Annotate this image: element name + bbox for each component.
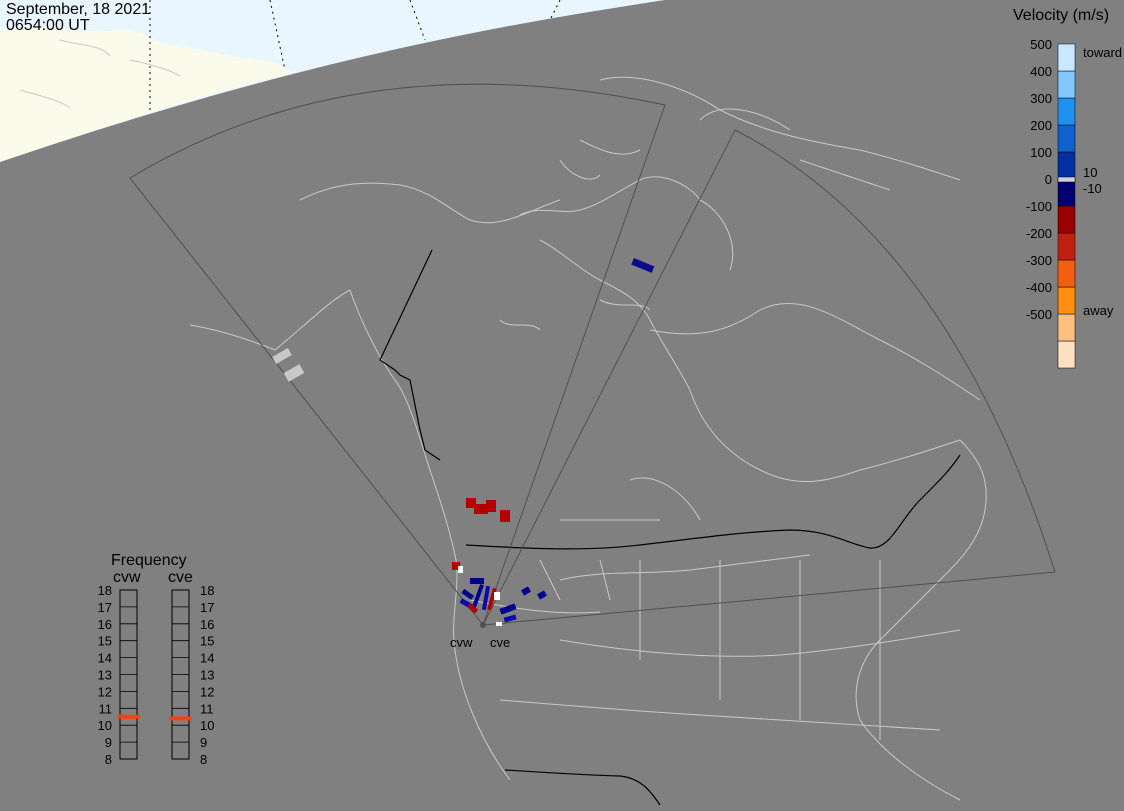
frequency-marker-cve: [169, 716, 192, 721]
vel-patch: [500, 510, 510, 522]
us-mexico-border: [504, 769, 661, 806]
frequency-tick-right: 10: [200, 718, 214, 733]
vel-patch: [496, 622, 502, 626]
map-canvas: cvw cve Velocity (m/s) 500 400 300 200 100 0 -…: [0, 0, 1122, 806]
colorbar-segment: [1057, 70, 1076, 99]
frequency-tick-right: 16: [200, 617, 214, 632]
colorbar-label-away: away: [1083, 303, 1114, 318]
colorbar-label-pos-min: 10: [1083, 165, 1097, 180]
colorbar-tick-label: -300: [1026, 253, 1052, 268]
frequency-tick-left: 17: [98, 600, 112, 615]
vel-patch: [499, 603, 517, 615]
colorbar-segment: [1057, 43, 1076, 72]
frequency-tick-left: 9: [105, 735, 112, 750]
radar-label-cvw: cvw: [450, 635, 473, 650]
colorbar-tick-label: 400: [1030, 64, 1052, 79]
colorbar-tick-label: -200: [1026, 226, 1052, 241]
frequency-tick-left: 12: [98, 684, 112, 699]
radar-label-cve: cve: [490, 635, 510, 650]
colorbar-segment: [1057, 97, 1076, 126]
velocity-colorbar: Velocity (m/s) 500 400 300 200 100 0 -100 -200 -…: [1013, 7, 1122, 369]
frequency-tick-right: 11: [200, 701, 214, 716]
frequency-tick-right: 9: [200, 735, 207, 750]
date-label: September, 18 2021: [6, 1, 151, 18]
vel-patch: [486, 500, 496, 512]
colorbar-label-toward: toward: [1083, 45, 1122, 60]
colorbar-segment: [1057, 124, 1076, 153]
frequency-radar-label-cve: cve: [168, 569, 193, 586]
frequency-tick-right: 8: [200, 752, 207, 767]
frequency-tick-right: 12: [200, 684, 214, 699]
colorbar-tick-label: 300: [1030, 91, 1052, 106]
colorbar-segment: [1057, 205, 1076, 234]
colorbar-fills: [1057, 43, 1076, 369]
colorbar-tick-label: -500: [1026, 307, 1052, 322]
colorbar-tick-label: 500: [1030, 37, 1052, 52]
frequency-marker-cvw: [117, 714, 140, 719]
frequency-tick-right: 18: [200, 583, 214, 598]
colorbar-segment: [1057, 313, 1076, 342]
colorbar-tick-label: 0: [1045, 172, 1052, 187]
gs-patch: [283, 364, 305, 382]
frequency-tick-left: 8: [105, 752, 112, 767]
radar-site: [480, 622, 486, 628]
frequency-title: Frequency: [111, 552, 187, 569]
vel-patch: [503, 614, 517, 623]
frequency-tick-left: 10: [98, 718, 112, 733]
us-canada-border: [465, 454, 961, 550]
frequency-tick-left: 11: [99, 701, 113, 716]
colorbar-segment: [1057, 178, 1076, 207]
colorbar-segment: [1057, 340, 1076, 369]
colorbar-tick-label: 100: [1030, 145, 1052, 160]
superdarn-map-figure: cvw cve Velocity (m/s) 500 400 300 200 100 0 -…: [0, 0, 1124, 811]
frequency-radar-label-cvw: cvw: [113, 569, 141, 586]
colorbar-segment: [1057, 151, 1076, 180]
colorbar-tick-label: 200: [1030, 118, 1052, 133]
frequency-tick-right: 14: [200, 651, 214, 666]
alaska-canada-border: [379, 249, 441, 461]
time-label: 0654:00 UT: [6, 17, 90, 34]
radar-labels: cvw cve: [450, 635, 510, 650]
radar-fov: [129, 83, 1056, 627]
daylight-region: [0, 0, 665, 163]
colorbar-segment: [1057, 232, 1076, 261]
fov-cvw: [129, 83, 666, 627]
colorbar-title: Velocity (m/s): [1013, 7, 1109, 24]
velocity-data: [272, 258, 655, 628]
colorbar-label-neg-min: -10: [1083, 181, 1102, 196]
frequency-columns: 18 1817 1716 1615 1514 1413 1312 1211 1110 109 98 8: [98, 583, 215, 767]
colorbar-segment: [1057, 286, 1076, 315]
colorbar-zero-band: [1057, 176, 1076, 183]
vel-patch: [474, 504, 488, 514]
frequency-tick-left: 13: [98, 668, 112, 683]
frequency-tick-right: 13: [200, 668, 214, 683]
vel-patch: [631, 258, 655, 273]
coastlines: [189, 76, 987, 801]
frequency-tick-left: 15: [98, 634, 112, 649]
fov-cve: [482, 129, 1056, 626]
vel-patch: [461, 588, 475, 600]
colorbar-ticks: 500 400 300 200 100 0 -100 -200 -300 -400 -500: [1026, 37, 1052, 322]
vel-patch: [521, 586, 531, 596]
frequency-tick-left: 16: [98, 617, 112, 632]
vel-patch: [537, 590, 547, 600]
frequency-panel: Frequency cvw cve 18 18 17 17 16 16 15 15 14 14 13…: [98, 552, 215, 767]
frequency-tick-right: 17: [200, 600, 214, 615]
frequency-tick-left: 14: [98, 651, 112, 666]
vel-patch: [458, 566, 463, 573]
vel-patch: [494, 592, 500, 600]
frequency-tick-left: 18: [98, 583, 112, 598]
colorbar-segment: [1057, 259, 1076, 288]
colorbar-tick-label: -400: [1026, 280, 1052, 295]
vel-patch: [470, 578, 484, 584]
frequency-tick-right: 15: [200, 634, 214, 649]
colorbar-tick-label: -100: [1026, 199, 1052, 214]
